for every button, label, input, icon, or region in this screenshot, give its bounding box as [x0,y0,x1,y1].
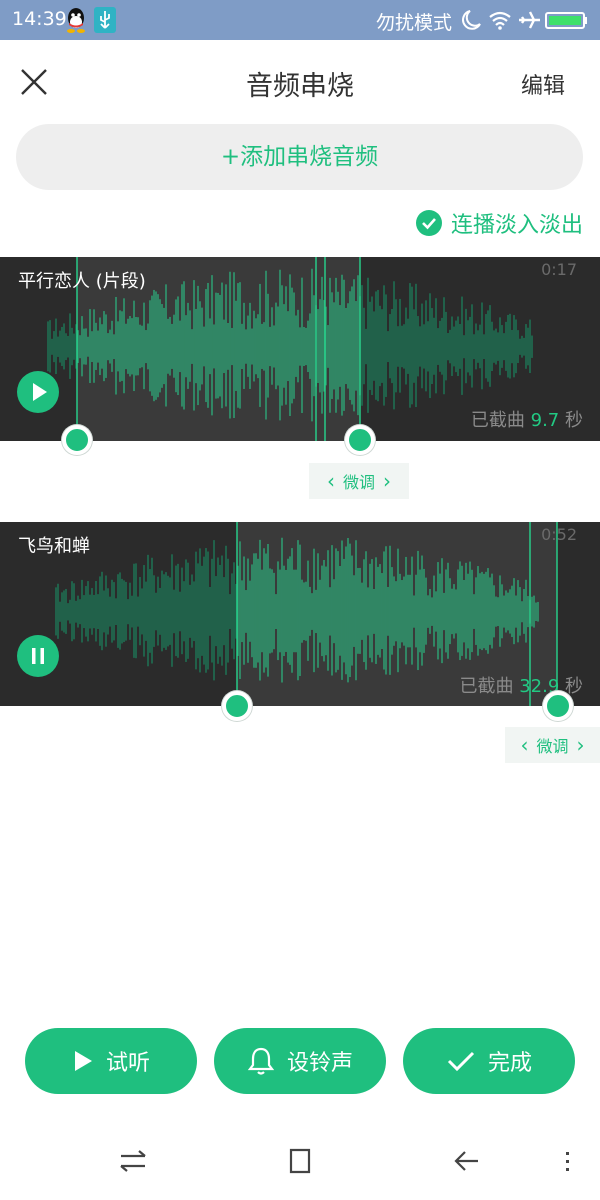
battery-icon [545,12,587,29]
track-name: 平行恋人 (片段) [18,271,146,292]
fine-tune-control[interactable]: ‹ 微调 › [505,727,600,763]
chevron-right-icon[interactable]: › [383,471,391,491]
fine-tune-label: 微调 [536,737,569,756]
preview-button[interactable]: 试听 [25,1028,197,1094]
checkbox-checked-icon[interactable] [415,210,442,236]
done-label: 完成 [487,1051,532,1076]
done-button[interactable]: 完成 [403,1028,575,1094]
chevron-right-icon[interactable]: › [577,735,585,755]
chevron-left-icon[interactable]: ‹ [327,471,335,491]
clip-prefix: 已截曲 [459,676,514,697]
crossfade-label: 连播淡入淡出 [450,213,583,238]
navigation-bar [0,1126,600,1200]
track-1[interactable]: 平行恋人 (片段) 0:17 已截曲 9.7 秒 [0,257,600,441]
play-button[interactable] [17,371,59,413]
preview-label: 试听 [105,1051,150,1076]
track-duration: 0:17 [541,260,577,279]
set-ringtone-button[interactable]: 设铃声 [214,1028,386,1094]
crossfade-toggle[interactable]: 连播淡入淡出 [415,207,583,239]
status-bar: 14:39 勿扰模式 [0,0,600,40]
clip-value: 9.7 [530,410,560,431]
check-icon [447,1051,475,1072]
dnd-mode-label: 勿扰模式 [376,12,453,34]
usb-icon [94,7,116,33]
trim-end-handle[interactable] [543,691,573,721]
status-icons [462,10,587,30]
trim-end-handle[interactable] [345,425,375,455]
trim-start-handle[interactable] [62,425,92,455]
clip-prefix: 已截曲 [470,410,525,431]
clip-info: 已截曲 9.7 秒 [471,406,583,432]
trim-start-handle[interactable] [222,691,252,721]
page-title: 音频串烧 [246,71,354,102]
bell-icon [247,1047,275,1075]
back-icon[interactable] [450,1144,484,1178]
home-icon[interactable] [283,1144,317,1178]
add-medley-audio-button[interactable]: +添加串烧音频 [16,124,583,190]
pause-button[interactable] [17,635,59,677]
status-time: 14:39 [12,8,67,30]
track-duration: 0:52 [541,525,577,544]
fine-tune-label: 微调 [342,473,375,492]
header: 音频串烧 编辑 [0,40,600,124]
airplane-icon [519,11,540,29]
clip-unit: 秒 [565,410,583,431]
track-2[interactable]: 飞鸟和蝉 0:52 已截曲 32.9 秒 [0,522,600,706]
wifi-icon [489,11,511,30]
set-ringtone-label: 设铃声 [286,1051,353,1076]
moon-icon [462,10,481,30]
play-icon [33,383,47,401]
pause-icon [32,648,44,664]
play-icon [74,1051,92,1071]
fine-tune-control[interactable]: ‹ 微调 › [309,463,409,499]
qq-icon [67,8,85,33]
chevron-left-icon[interactable]: ‹ [520,735,528,755]
edit-button[interactable]: 编辑 [521,68,565,100]
track-name: 飞鸟和蝉 [18,536,90,557]
switch-icon[interactable] [116,1144,150,1178]
menu-icon[interactable] [552,1144,586,1178]
